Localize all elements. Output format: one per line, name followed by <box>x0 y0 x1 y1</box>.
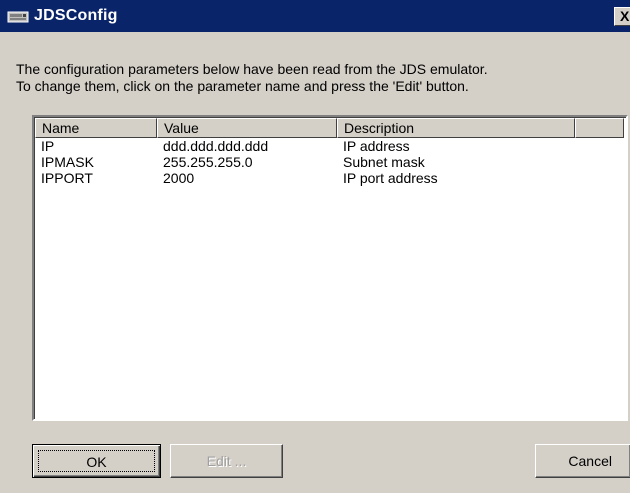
ok-button-label: OK <box>38 450 155 472</box>
column-header-name[interactable]: Name <box>35 118 157 138</box>
param-value: ddd.ddd.ddd.ddd <box>163 138 269 154</box>
close-button[interactable]: X <box>614 7 630 26</box>
param-name[interactable]: IP <box>35 138 157 154</box>
parameters-list[interactable]: Name Value Description IP ddd.ddd.ddd.dd… <box>32 115 628 421</box>
table-row[interactable]: IP ddd.ddd.ddd.ddd IP address <box>35 138 626 154</box>
param-name[interactable]: IPPORT <box>35 170 157 186</box>
list-header: Name Value Description <box>35 118 626 138</box>
instructions-text: The configuration parameters below have … <box>16 61 488 95</box>
column-header-empty[interactable] <box>575 118 624 138</box>
param-value: 2000 <box>163 170 195 186</box>
ok-button[interactable]: OK <box>32 444 161 478</box>
param-description: IP port address <box>343 170 438 186</box>
table-row[interactable]: IPMASK 255.255.255.0 Subnet mask <box>35 154 626 170</box>
column-header-value[interactable]: Value <box>157 118 337 138</box>
table-row[interactable]: IPPORT 2000 IP port address <box>35 170 626 186</box>
jdsconfig-dialog: JDSConfig X The configuration parameters… <box>0 0 630 493</box>
instructions-line-1: The configuration parameters below have … <box>16 61 488 77</box>
param-description: Subnet mask <box>343 154 425 170</box>
cancel-button[interactable]: Cancel <box>535 444 630 478</box>
instructions-line-2: To change them, click on the parameter n… <box>16 78 469 94</box>
edit-button[interactable]: Edit ... <box>170 444 283 478</box>
window-title: JDSConfig <box>34 7 118 24</box>
title-bar[interactable]: JDSConfig X <box>0 0 630 32</box>
param-name[interactable]: IPMASK <box>35 154 157 170</box>
param-description: IP address <box>343 138 410 154</box>
app-window-icon <box>7 9 29 24</box>
param-value: 255.255.255.0 <box>163 154 253 170</box>
column-header-description[interactable]: Description <box>337 118 575 138</box>
